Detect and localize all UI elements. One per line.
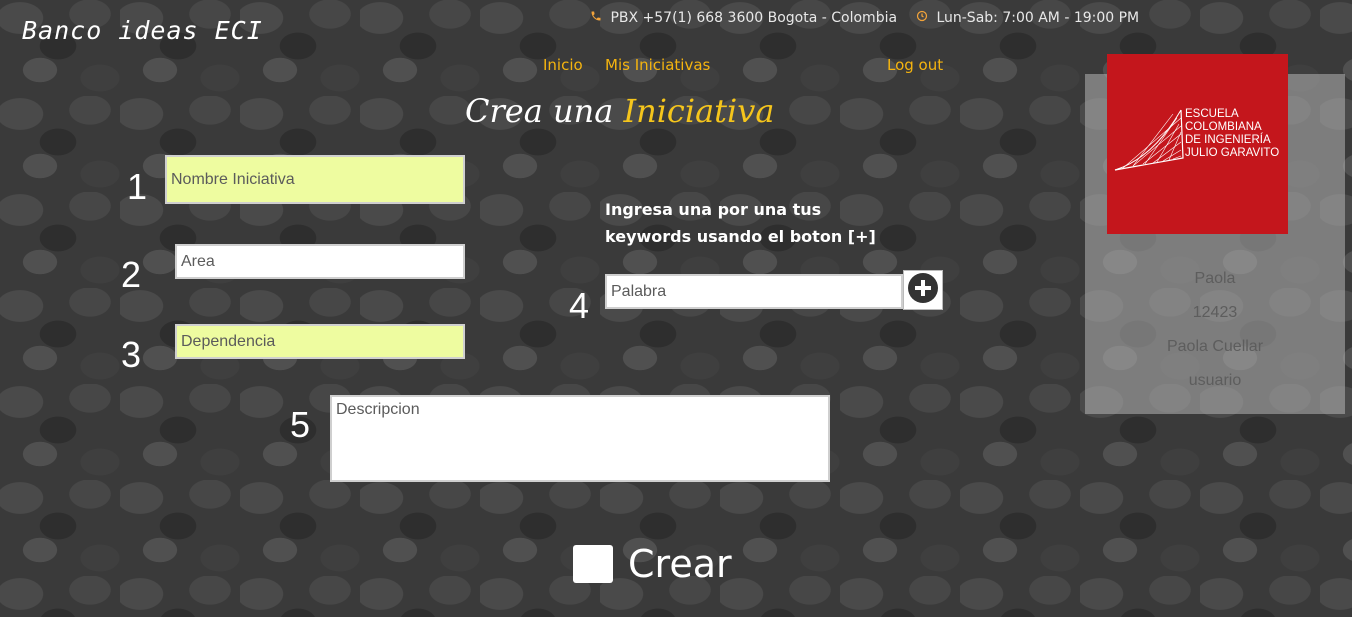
- add-keyword-button[interactable]: [903, 270, 943, 310]
- logo-line-4: Julio Garavito: [1185, 147, 1280, 159]
- phone-info: PBX +57(1) 668 3600 Bogota - Colombia: [590, 10, 897, 26]
- field-number-4: 4: [569, 285, 590, 326]
- nav-mis-iniciativas[interactable]: Mis Iniciativas: [605, 56, 710, 74]
- dependencia-input[interactable]: [175, 324, 465, 359]
- logo-line-2: Colombiana: [1185, 121, 1262, 133]
- nav-inicio[interactable]: Inicio: [543, 56, 583, 74]
- logo-line-3: de Ingeniería: [1185, 134, 1271, 146]
- field-number-2: 2: [121, 254, 142, 295]
- phone-icon: [590, 10, 606, 26]
- profile-full-name: Paola Cuellar: [1166, 338, 1264, 355]
- profile-role: usuario: [1188, 372, 1242, 389]
- hours-text: Lun-Sab: 7:00 AM - 19:00 PM: [936, 10, 1140, 26]
- field-number-3: 3: [121, 334, 142, 375]
- crear-button[interactable]: Crear: [628, 542, 732, 586]
- field-number-1: 1: [127, 166, 148, 207]
- area-input[interactable]: [175, 244, 465, 279]
- profile-id: 12423: [1192, 304, 1238, 321]
- phone-text: PBX +57(1) 668 3600 Bogota - Colombia: [610, 10, 898, 26]
- crear-checkbox[interactable]: [573, 545, 613, 583]
- field-number-5: 5: [290, 404, 311, 445]
- school-logo: Escuela Colombiana de Ingeniería Julio G…: [1107, 54, 1288, 234]
- profile-name: Paola: [1194, 270, 1236, 287]
- nav-logout[interactable]: Log out: [887, 56, 943, 74]
- title-part1: Crea una: [465, 92, 614, 130]
- title-part2: Iniciativa: [623, 92, 775, 130]
- descripcion-textarea[interactable]: [330, 395, 830, 482]
- page-title: Crea una Iniciativa: [465, 92, 774, 130]
- keyword-input[interactable]: [605, 274, 903, 309]
- logo-line-1: Escuela: [1185, 108, 1239, 120]
- nombre-iniciativa-input[interactable]: [165, 155, 465, 204]
- logo-text: Escuela Colombiana de Ingeniería Julio G…: [1185, 108, 1279, 160]
- logo-mark-icon: [1114, 109, 1184, 171]
- hours-info: Lun-Sab: 7:00 AM - 19:00 PM: [916, 10, 1139, 26]
- keywords-instructions: Ingresa una por una tus keywords usando …: [605, 200, 876, 246]
- clock-icon: [916, 10, 932, 26]
- brand-title: Banco ideas ECI: [22, 16, 263, 45]
- plus-circle-icon: [907, 272, 939, 308]
